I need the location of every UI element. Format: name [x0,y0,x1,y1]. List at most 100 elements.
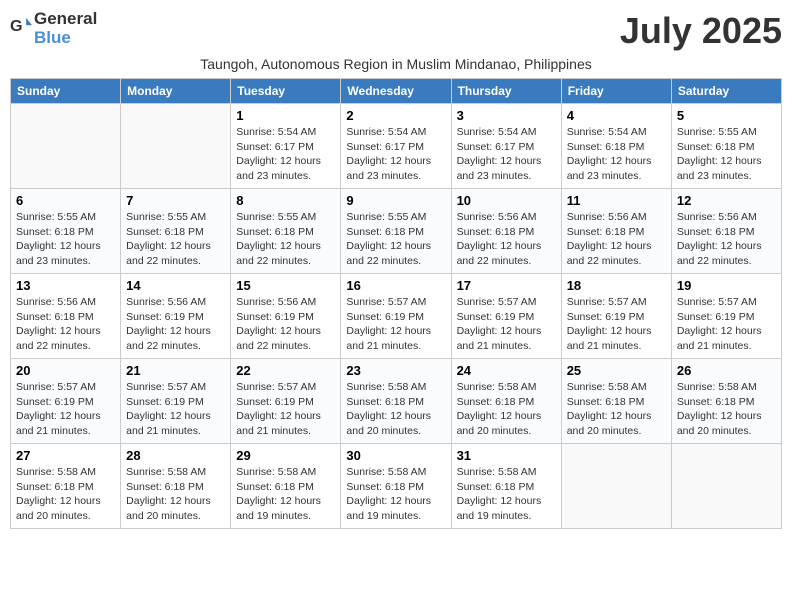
week-row-4: 20 Sunrise: 5:57 AM Sunset: 6:19 PM Dayli… [11,359,782,444]
calendar-cell: 5 Sunrise: 5:55 AM Sunset: 6:18 PM Daylig… [671,104,781,189]
calendar-cell: 1Sunrise: 5:54 AM Sunset: 6:17 PM Daylig… [231,104,341,189]
day-info: Sunrise: 5:58 AM Sunset: 6:18 PM Dayligh… [236,465,335,524]
calendar-cell: 4 Sunrise: 5:54 AM Sunset: 6:18 PM Daylig… [561,104,671,189]
day-info: Sunrise: 5:54 AM Sunset: 6:17 PM Dayligh… [346,125,445,184]
calendar-cell: 29 Sunrise: 5:58 AM Sunset: 6:18 PM Dayli… [231,444,341,529]
calendar-cell: 22Sunrise: 5:57 AM Sunset: 6:19 PM Dayli… [231,359,341,444]
logo-blue: Blue [34,29,97,48]
day-number: 10 [457,193,556,208]
calendar-cell: 10 Sunrise: 5:56 AM Sunset: 6:18 PM Dayli… [451,189,561,274]
day-number: 26 [677,363,776,378]
column-header-saturday: Saturday [671,79,781,104]
day-info: Sunrise: 5:56 AM Sunset: 6:19 PM Dayligh… [236,295,335,354]
day-info: Sunrise: 5:57 AM Sunset: 6:19 PM Dayligh… [346,295,445,354]
calendar-cell: 12Sunrise: 5:56 AM Sunset: 6:18 PM Dayli… [671,189,781,274]
days-header-row: SundayMondayTuesdayWednesdayThursdayFrid… [11,79,782,104]
calendar-cell: 25 Sunrise: 5:58 AM Sunset: 6:18 PM Dayli… [561,359,671,444]
calendar-cell: 26 Sunrise: 5:58 AM Sunset: 6:18 PM Dayli… [671,359,781,444]
calendar-cell: 18Sunrise: 5:57 AM Sunset: 6:19 PM Dayli… [561,274,671,359]
calendar-cell: 24Sunrise: 5:58 AM Sunset: 6:18 PM Dayli… [451,359,561,444]
column-header-monday: Monday [121,79,231,104]
day-number: 8 [236,193,335,208]
day-number: 19 [677,278,776,293]
calendar-cell: 20 Sunrise: 5:57 AM Sunset: 6:19 PM Dayli… [11,359,121,444]
day-number: 5 [677,108,776,123]
day-info: Sunrise: 5:57 AM Sunset: 6:19 PM Dayligh… [16,380,115,439]
calendar-cell: 21Sunrise: 5:57 AM Sunset: 6:19 PM Dayli… [121,359,231,444]
calendar-cell: 15 Sunrise: 5:56 AM Sunset: 6:19 PM Dayli… [231,274,341,359]
day-number: 31 [457,448,556,463]
calendar-cell: 27Sunrise: 5:58 AM Sunset: 6:18 PM Dayli… [11,444,121,529]
day-number: 25 [567,363,666,378]
week-row-2: 6 Sunrise: 5:55 AM Sunset: 6:18 PM Daylig… [11,189,782,274]
day-number: 7 [126,193,225,208]
column-header-sunday: Sunday [11,79,121,104]
logo-icon: G [10,15,32,37]
day-number: 2 [346,108,445,123]
calendar-table: SundayMondayTuesdayWednesdayThursdayFrid… [10,78,782,529]
calendar-cell: 19 Sunrise: 5:57 AM Sunset: 6:19 PM Dayli… [671,274,781,359]
day-number: 29 [236,448,335,463]
column-header-friday: Friday [561,79,671,104]
day-number: 9 [346,193,445,208]
day-number: 11 [567,193,666,208]
calendar-cell: 3 Sunrise: 5:54 AM Sunset: 6:17 PM Daylig… [451,104,561,189]
week-row-5: 27Sunrise: 5:58 AM Sunset: 6:18 PM Dayli… [11,444,782,529]
day-number: 14 [126,278,225,293]
day-info: Sunrise: 5:57 AM Sunset: 6:19 PM Dayligh… [677,295,776,354]
day-info: Sunrise: 5:55 AM Sunset: 6:18 PM Dayligh… [16,210,115,269]
day-number: 28 [126,448,225,463]
day-info: Sunrise: 5:58 AM Sunset: 6:18 PM Dayligh… [346,465,445,524]
day-info: Sunrise: 5:55 AM Sunset: 6:18 PM Dayligh… [677,125,776,184]
calendar-cell: 30 Sunrise: 5:58 AM Sunset: 6:18 PM Dayli… [341,444,451,529]
day-number: 12 [677,193,776,208]
week-row-3: 13 Sunrise: 5:56 AM Sunset: 6:18 PM Dayli… [11,274,782,359]
day-number: 24 [457,363,556,378]
day-number: 30 [346,448,445,463]
calendar-cell: 6 Sunrise: 5:55 AM Sunset: 6:18 PM Daylig… [11,189,121,274]
day-info: Sunrise: 5:56 AM Sunset: 6:18 PM Dayligh… [16,295,115,354]
month-title: July 2025 [620,10,782,52]
svg-text:G: G [10,17,23,35]
day-info: Sunrise: 5:54 AM Sunset: 6:17 PM Dayligh… [236,125,335,184]
day-number: 20 [16,363,115,378]
calendar-cell: 2 Sunrise: 5:54 AM Sunset: 6:17 PM Daylig… [341,104,451,189]
day-info: Sunrise: 5:57 AM Sunset: 6:19 PM Dayligh… [457,295,556,354]
day-info: Sunrise: 5:54 AM Sunset: 6:18 PM Dayligh… [567,125,666,184]
day-info: Sunrise: 5:55 AM Sunset: 6:18 PM Dayligh… [236,210,335,269]
day-info: Sunrise: 5:58 AM Sunset: 6:18 PM Dayligh… [677,380,776,439]
calendar-cell: 17Sunrise: 5:57 AM Sunset: 6:19 PM Dayli… [451,274,561,359]
day-number: 13 [16,278,115,293]
day-info: Sunrise: 5:58 AM Sunset: 6:18 PM Dayligh… [126,465,225,524]
day-number: 3 [457,108,556,123]
calendar-cell: 23Sunrise: 5:58 AM Sunset: 6:18 PM Dayli… [341,359,451,444]
column-header-tuesday: Tuesday [231,79,341,104]
week-row-1: 1Sunrise: 5:54 AM Sunset: 6:17 PM Daylig… [11,104,782,189]
day-number: 21 [126,363,225,378]
calendar-cell [561,444,671,529]
calendar-cell: 9 Sunrise: 5:55 AM Sunset: 6:18 PM Daylig… [341,189,451,274]
day-info: Sunrise: 5:58 AM Sunset: 6:18 PM Dayligh… [567,380,666,439]
day-info: Sunrise: 5:58 AM Sunset: 6:18 PM Dayligh… [16,465,115,524]
calendar-cell [121,104,231,189]
day-info: Sunrise: 5:56 AM Sunset: 6:18 PM Dayligh… [567,210,666,269]
page-header: G General Blue July 2025 [10,10,782,52]
calendar-cell: 13 Sunrise: 5:56 AM Sunset: 6:18 PM Dayli… [11,274,121,359]
day-number: 4 [567,108,666,123]
calendar-cell: 8 Sunrise: 5:55 AM Sunset: 6:18 PM Daylig… [231,189,341,274]
day-info: Sunrise: 5:58 AM Sunset: 6:18 PM Dayligh… [457,465,556,524]
day-info: Sunrise: 5:57 AM Sunset: 6:19 PM Dayligh… [567,295,666,354]
day-info: Sunrise: 5:56 AM Sunset: 6:19 PM Dayligh… [126,295,225,354]
calendar-cell: 11 Sunrise: 5:56 AM Sunset: 6:18 PM Dayli… [561,189,671,274]
logo: G General Blue [10,10,97,47]
day-info: Sunrise: 5:54 AM Sunset: 6:17 PM Dayligh… [457,125,556,184]
day-number: 22 [236,363,335,378]
day-number: 15 [236,278,335,293]
calendar-cell: 31 Sunrise: 5:58 AM Sunset: 6:18 PM Dayli… [451,444,561,529]
calendar-subtitle: Taungoh, Autonomous Region in Muslim Min… [10,56,782,72]
calendar-cell [11,104,121,189]
day-number: 6 [16,193,115,208]
day-info: Sunrise: 5:56 AM Sunset: 6:18 PM Dayligh… [457,210,556,269]
calendar-cell: 7Sunrise: 5:55 AM Sunset: 6:18 PM Daylig… [121,189,231,274]
day-info: Sunrise: 5:55 AM Sunset: 6:18 PM Dayligh… [346,210,445,269]
